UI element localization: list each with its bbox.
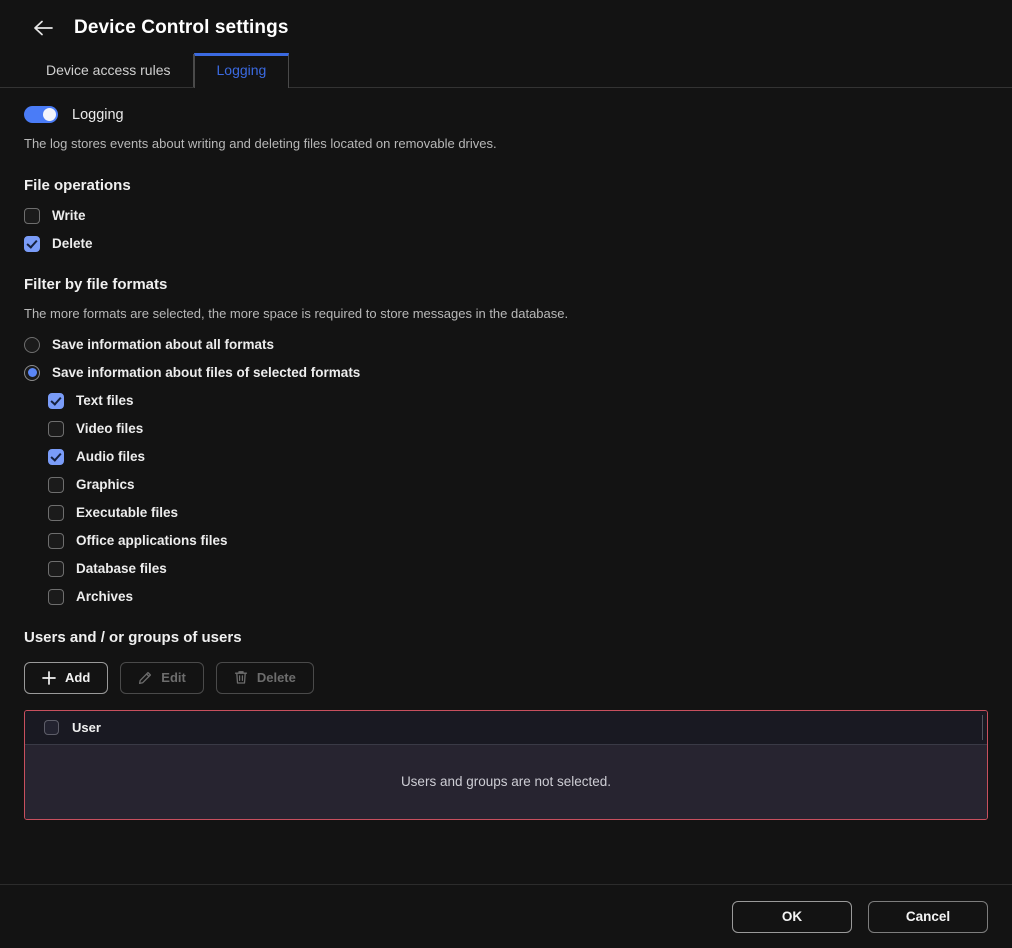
graphics-checkbox[interactable] bbox=[48, 477, 64, 493]
tab-logging[interactable]: Logging bbox=[194, 53, 290, 88]
checkbox-row-write[interactable]: Write bbox=[24, 208, 988, 224]
archives-checkbox[interactable] bbox=[48, 589, 64, 605]
select-all-users-checkbox[interactable] bbox=[44, 720, 59, 735]
logging-toggle-label: Logging bbox=[72, 107, 124, 123]
add-user-label: Add bbox=[65, 670, 90, 685]
trash-icon bbox=[234, 670, 248, 685]
users-table-empty-message: Users and groups are not selected. bbox=[401, 774, 611, 789]
checkbox-row-executable-files[interactable]: Executable files bbox=[24, 505, 988, 521]
logging-description: The log stores events about writing and … bbox=[24, 136, 988, 153]
checkbox-row-graphics[interactable]: Graphics bbox=[24, 477, 988, 493]
dialog-footer: OK Cancel bbox=[0, 884, 1012, 948]
executable-files-checkbox[interactable] bbox=[48, 505, 64, 521]
edit-user-label: Edit bbox=[161, 670, 186, 685]
tab-bar: Device access rules Logging bbox=[0, 44, 1012, 87]
checkbox-row-text-files[interactable]: Text files bbox=[24, 393, 988, 409]
executable-files-label: Executable files bbox=[76, 506, 178, 520]
radio-row-all-formats[interactable]: Save information about all formats bbox=[24, 337, 988, 353]
checkbox-row-archives[interactable]: Archives bbox=[24, 589, 988, 605]
checkbox-row-delete[interactable]: Delete bbox=[24, 236, 988, 252]
title-row: Device Control settings bbox=[0, 0, 1012, 44]
tab-device-access-rules-label: Device access rules bbox=[46, 63, 171, 77]
checkbox-row-office-files[interactable]: Office applications files bbox=[24, 533, 988, 549]
add-user-button[interactable]: Add bbox=[24, 662, 108, 694]
video-files-checkbox[interactable] bbox=[48, 421, 64, 437]
delete-checkbox[interactable] bbox=[24, 236, 40, 252]
cancel-button[interactable]: Cancel bbox=[868, 901, 988, 933]
selected-formats-label: Save information about files of selected… bbox=[52, 366, 360, 380]
delete-user-label: Delete bbox=[257, 670, 296, 685]
ok-button[interactable]: OK bbox=[732, 901, 852, 933]
selected-formats-radio[interactable] bbox=[24, 365, 40, 381]
tab-logging-label: Logging bbox=[217, 63, 267, 77]
logging-toggle-row: Logging bbox=[24, 88, 988, 123]
window-header: Device Control settings Device access ru… bbox=[0, 0, 1012, 88]
page-title: Device Control settings bbox=[74, 17, 289, 39]
text-files-label: Text files bbox=[76, 394, 134, 408]
logging-toggle[interactable] bbox=[24, 106, 58, 123]
toggle-knob bbox=[43, 108, 56, 121]
database-files-checkbox[interactable] bbox=[48, 561, 64, 577]
write-label: Write bbox=[52, 209, 86, 223]
tab-device-access-rules[interactable]: Device access rules bbox=[24, 54, 194, 87]
device-control-settings-window: Device Control settings Device access ru… bbox=[0, 0, 1012, 948]
audio-files-label: Audio files bbox=[76, 450, 145, 464]
audio-files-checkbox[interactable] bbox=[48, 449, 64, 465]
users-table: User Users and groups are not selected. bbox=[24, 710, 988, 820]
video-files-label: Video files bbox=[76, 422, 143, 436]
checkbox-row-audio-files[interactable]: Audio files bbox=[24, 449, 988, 465]
checkbox-row-database-files[interactable]: Database files bbox=[24, 561, 988, 577]
delete-user-button[interactable]: Delete bbox=[216, 662, 314, 694]
settings-content: Logging The log stores events about writ… bbox=[0, 88, 1012, 884]
arrow-left-icon[interactable] bbox=[30, 15, 56, 41]
radio-row-selected-formats[interactable]: Save information about files of selected… bbox=[24, 365, 988, 381]
database-files-label: Database files bbox=[76, 562, 167, 576]
checkbox-row-video-files[interactable]: Video files bbox=[24, 421, 988, 437]
filter-formats-description: The more formats are selected, the more … bbox=[24, 306, 988, 323]
users-table-body: Users and groups are not selected. bbox=[25, 745, 987, 819]
plus-icon bbox=[42, 671, 56, 685]
edit-user-button[interactable]: Edit bbox=[120, 662, 204, 694]
users-table-column-user: User bbox=[72, 720, 101, 735]
column-resize-handle[interactable] bbox=[982, 715, 983, 740]
users-toolbar: Add Edit bbox=[24, 662, 988, 694]
office-files-checkbox[interactable] bbox=[48, 533, 64, 549]
file-operations-heading: File operations bbox=[24, 177, 988, 194]
pencil-icon bbox=[138, 671, 152, 685]
users-table-header: User bbox=[25, 711, 987, 745]
all-formats-radio[interactable] bbox=[24, 337, 40, 353]
filter-formats-heading: Filter by file formats bbox=[24, 276, 988, 293]
write-checkbox[interactable] bbox=[24, 208, 40, 224]
office-files-label: Office applications files bbox=[76, 534, 228, 548]
archives-label: Archives bbox=[76, 590, 133, 604]
text-files-checkbox[interactable] bbox=[48, 393, 64, 409]
all-formats-label: Save information about all formats bbox=[52, 338, 274, 352]
users-section-heading: Users and / or groups of users bbox=[24, 629, 988, 646]
graphics-label: Graphics bbox=[76, 478, 135, 492]
delete-label: Delete bbox=[52, 237, 93, 251]
